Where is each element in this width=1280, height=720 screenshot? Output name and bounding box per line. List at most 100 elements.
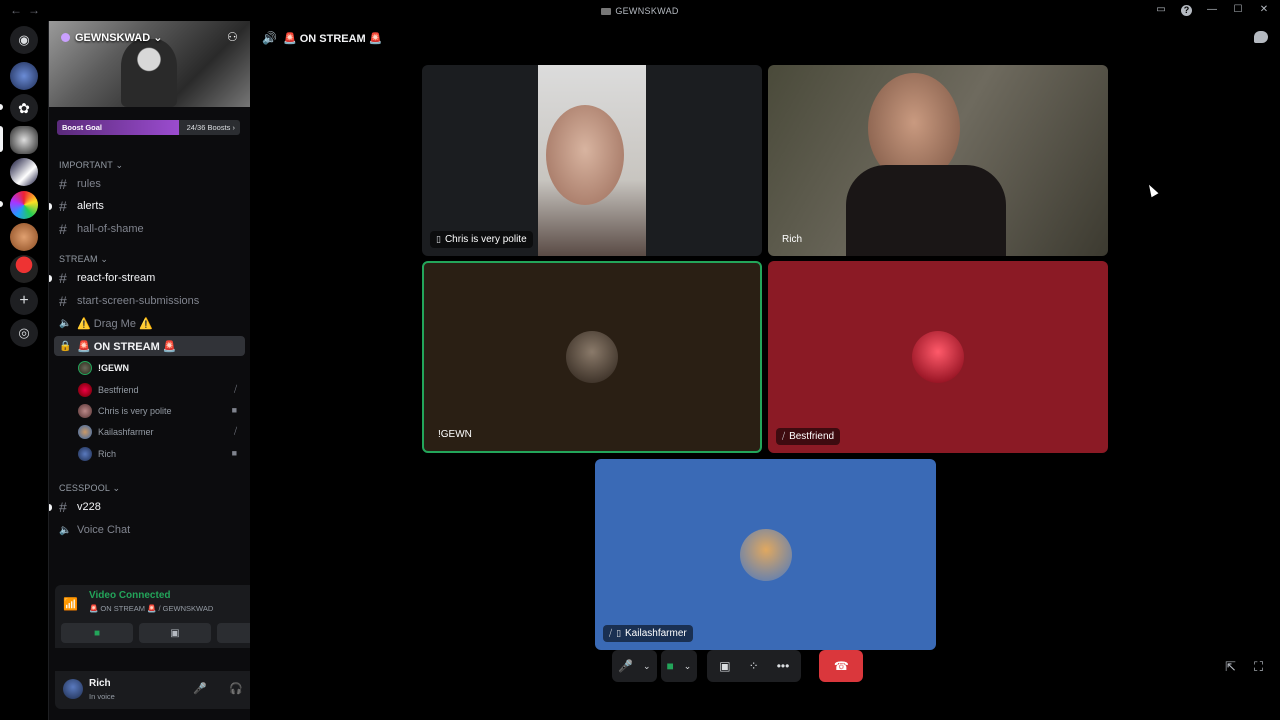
- voice-stage: 🔊 🚨 ON STREAM 🚨 ▯ Chris is very polite Ric…: [250, 21, 1280, 720]
- disconnect-button[interactable]: ☎: [819, 650, 864, 682]
- voice-user-kailashfarmer[interactable]: Kailashfarmer ⧸: [78, 422, 245, 442]
- channel-hall-of-shame[interactable]: # hall-of-shame: [59, 219, 243, 239]
- video-tile-chris[interactable]: ▯ Chris is very polite: [422, 65, 762, 256]
- avatar: [78, 447, 92, 461]
- voice-location[interactable]: 🚨 ON STREAM 🚨 / GEWNSKWAD: [89, 604, 213, 613]
- signal-icon[interactable]: 📶: [63, 597, 78, 611]
- camera-control-group: ■ ⌄: [660, 650, 698, 682]
- server-icon-4[interactable]: [10, 158, 38, 186]
- chevron-down-icon[interactable]: ⌄: [643, 661, 651, 672]
- category-cesspool[interactable]: CESSPOOL ⌄: [59, 483, 120, 494]
- minimize-icon[interactable]: —: [1206, 4, 1218, 16]
- voice-user-rich[interactable]: Rich ■: [78, 444, 245, 464]
- video-feed: [538, 65, 646, 256]
- video-icon: ■: [231, 405, 237, 415]
- chat-icon[interactable]: [1254, 31, 1268, 43]
- voice-user-bestfriend[interactable]: Bestfriend ⧸: [78, 380, 245, 400]
- unread-pill-2: [0, 201, 3, 207]
- avatar: [78, 361, 92, 375]
- hash-icon: #: [59, 198, 67, 214]
- voice-channel-drag-me[interactable]: 🔈 ⚠️ Drag Me ⚠️: [59, 313, 243, 333]
- boost-label: Boost Goal: [62, 123, 103, 132]
- call-controls: 🎤 ⌄ ■ ⌄ ▣ ⁘ ••• ☎: [612, 650, 864, 682]
- unread-pill: [0, 104, 3, 110]
- server-icon-2[interactable]: ✿: [10, 94, 38, 122]
- activities-icon[interactable]: ⁘: [749, 659, 759, 673]
- server-icon-6[interactable]: [10, 223, 38, 251]
- maximize-icon[interactable]: ☐: [1232, 4, 1244, 16]
- screen-share-button[interactable]: ▣: [139, 623, 211, 643]
- video-tile-rich[interactable]: Rich: [768, 65, 1108, 256]
- speaker-icon: 🔊: [262, 31, 277, 45]
- help-icon[interactable]: ?: [1181, 4, 1192, 16]
- popout-icon[interactable]: ⇱: [1225, 659, 1236, 675]
- extra-control-group: ▣ ⁘ •••: [707, 650, 802, 682]
- category-important[interactable]: IMPORTANT ⌄: [59, 160, 123, 171]
- muted-icon: ⧸: [782, 431, 786, 441]
- video-tile-gewn[interactable]: !GEWN: [422, 261, 762, 453]
- server-icon-1[interactable]: [10, 62, 38, 90]
- avatar: [78, 425, 92, 439]
- channel-v228[interactable]: # v228: [59, 497, 243, 517]
- mouse-cursor: [1145, 182, 1159, 198]
- video-tile-bestfriend[interactable]: ⧸ Bestfriend: [768, 261, 1108, 453]
- server-icon-7[interactable]: [10, 255, 38, 283]
- voice-channel-on-stream[interactable]: 🔒 🚨 ON STREAM 🚨: [54, 336, 245, 356]
- camera-icon[interactable]: ■: [667, 659, 674, 673]
- screen-share-icon[interactable]: ▣: [719, 659, 730, 673]
- microphone-icon[interactable]: 🎤: [193, 682, 207, 695]
- username[interactable]: Rich: [89, 678, 111, 689]
- hash-icon: #: [59, 176, 67, 192]
- voice-user-chris[interactable]: Chris is very polite ■: [78, 401, 245, 421]
- discover-icon[interactable]: ◎: [10, 319, 38, 347]
- hash-icon: #: [59, 499, 67, 515]
- active-pill: [0, 126, 3, 152]
- server-icon-5[interactable]: [10, 191, 38, 219]
- channel-rules[interactable]: # rules: [59, 174, 243, 194]
- participant-video: [546, 105, 624, 205]
- hash-icon: #: [59, 221, 67, 237]
- video-tile-kailashfarmer[interactable]: ⧸ ▯ Kailashfarmer: [595, 459, 936, 650]
- category-stream[interactable]: STREAM ⌄: [59, 254, 108, 265]
- discord-home-icon[interactable]: ◉: [10, 26, 38, 54]
- inbox-icon[interactable]: ▭: [1155, 4, 1167, 16]
- channel-alerts[interactable]: # alerts: [59, 196, 243, 216]
- boost-goal-bar[interactable]: Boost Goal 24/36 Boosts ›: [57, 120, 240, 135]
- server-name[interactable]: GEWNSKWAD ⌄: [61, 31, 162, 44]
- close-icon[interactable]: ✕: [1258, 4, 1270, 16]
- avatar: [78, 404, 92, 418]
- muted-icon: ⧸: [609, 628, 613, 638]
- banner-image: [121, 39, 177, 107]
- tile-name-tag: !GEWN: [438, 429, 472, 440]
- more-options-icon[interactable]: •••: [777, 659, 790, 673]
- speaker-icon: 🔈: [59, 524, 72, 536]
- hash-icon: #: [59, 270, 67, 286]
- headphones-icon[interactable]: 🎧: [229, 682, 243, 695]
- avatar[interactable]: [63, 679, 83, 699]
- invite-icon[interactable]: ⚇: [227, 30, 241, 44]
- camera-button[interactable]: ■: [61, 623, 133, 643]
- server-banner[interactable]: GEWNSKWAD ⌄ ⚇: [49, 21, 251, 107]
- tile-name-tag: ⧸ ▯ Kailashfarmer: [603, 625, 693, 642]
- lock-speaker-icon: 🔒: [59, 340, 72, 352]
- video-icon: ■: [231, 448, 237, 458]
- mobile-icon: ▯: [616, 628, 622, 638]
- muted-icon: ⧸: [233, 384, 237, 394]
- tile-name-tag: ▯ Chris is very polite: [430, 231, 533, 248]
- participant-body: [846, 165, 1006, 256]
- avatar: [78, 383, 92, 397]
- unread-indicator: [49, 203, 52, 210]
- voice-channel-voice-chat[interactable]: 🔈 Voice Chat: [59, 520, 243, 540]
- microphone-icon[interactable]: 🎤: [618, 659, 633, 673]
- server-icon-gewnskwad[interactable]: [10, 126, 38, 154]
- tile-name-tag: ⧸ Bestfriend: [776, 428, 841, 445]
- fullscreen-icon[interactable]: ⛶: [1254, 659, 1263, 675]
- channel-sidebar: GEWNSKWAD ⌄ ⚇ Boost Goal 24/36 Boosts › …: [48, 21, 295, 720]
- server-icon: [601, 8, 612, 15]
- chevron-down-icon[interactable]: ⌄: [684, 661, 692, 672]
- voice-status: Video Connected: [89, 590, 171, 601]
- add-server-icon[interactable]: +: [10, 287, 38, 315]
- channel-start-screen-submissions[interactable]: # start-screen-submissions: [59, 291, 243, 311]
- voice-user-gewn[interactable]: !GEWN: [78, 358, 245, 378]
- channel-react-for-stream[interactable]: # react-for-stream: [59, 268, 243, 288]
